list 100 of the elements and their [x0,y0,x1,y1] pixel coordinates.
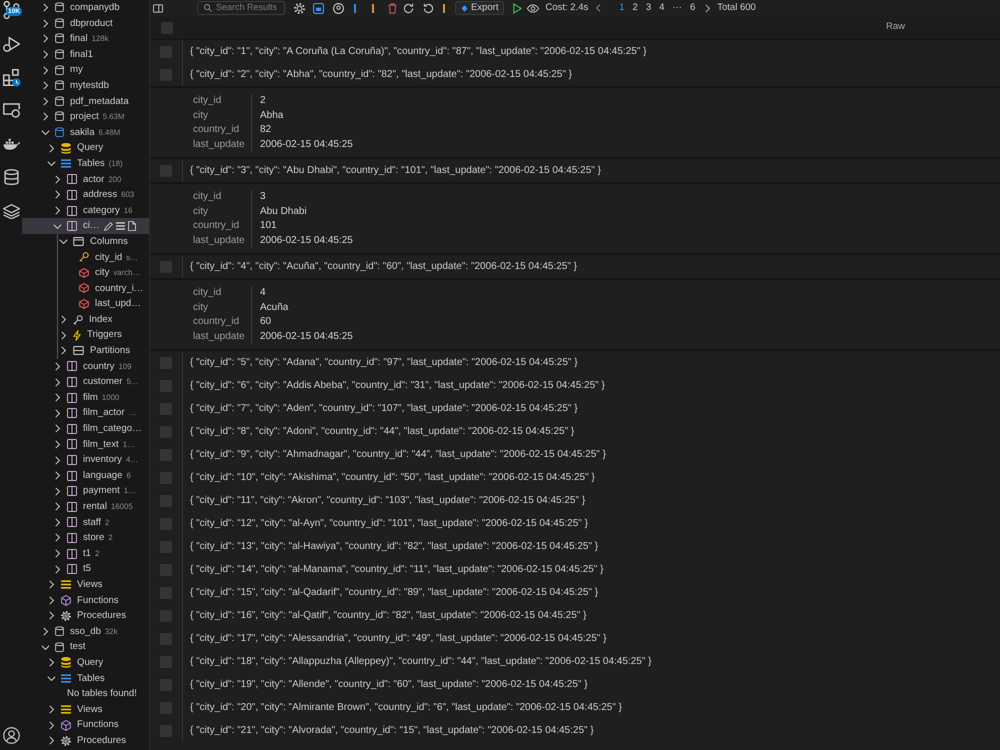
list-icon[interactable] [116,222,125,230]
run-debug-icon[interactable] [2,36,20,52]
chevron-right-icon[interactable] [705,4,710,12]
chevron-right-icon[interactable] [54,362,60,371]
chevron-right-icon[interactable] [48,611,54,620]
tree-item[interactable]: test [22,639,149,655]
chevron-right-icon[interactable] [60,330,66,340]
blocks-icon[interactable] [2,68,20,86]
chevron-right-icon[interactable] [54,518,60,527]
chevron-right-icon[interactable] [42,50,48,60]
tree-item[interactable]: country_i… [22,280,149,296]
chevron-right-icon[interactable] [54,533,60,542]
chevron-right-icon[interactable] [60,346,66,356]
account-icon[interactable] [2,727,20,744]
chevron-right-icon[interactable] [54,174,60,184]
chevron-right-icon[interactable] [54,393,60,402]
tree-item[interactable]: Partitions [22,343,149,359]
chevron-right-icon[interactable] [60,315,66,324]
chevron-right-icon[interactable] [54,440,60,449]
page-button[interactable]: 1 [615,1,629,15]
tree-item[interactable]: film_catego… [22,421,149,437]
chevron-right-icon[interactable] [54,378,60,387]
chevron-right-icon[interactable] [42,81,48,90]
tree-item[interactable]: Functions [22,592,149,608]
chevron-down-icon[interactable] [46,676,56,681]
chevron-right-icon[interactable] [48,720,54,730]
chevron-right-icon[interactable] [54,549,60,558]
refresh-icon[interactable] [403,2,414,14]
tree-item[interactable]: ci… [22,218,149,234]
pencil-icon[interactable] [104,222,113,231]
trash-icon[interactable] [388,2,397,14]
page-button[interactable]: 3 [642,1,656,15]
chevron-right-icon[interactable] [54,502,60,512]
tree-item[interactable]: Functions [22,717,149,733]
database-icon[interactable] [4,169,18,186]
chevron-down-icon[interactable] [40,644,50,650]
tree-item[interactable]: companydb [22,0,149,16]
eye-icon[interactable] [527,4,540,12]
chevron-right-icon[interactable] [48,144,54,153]
document-icon[interactable] [128,221,136,232]
chevron-right-icon[interactable] [42,18,48,28]
tree-item[interactable]: pdf_metadata [22,94,149,110]
chevron-right-icon[interactable] [54,424,60,434]
tree-item[interactable]: Query [22,140,149,156]
whale-icon[interactable] [2,138,20,150]
layers-icon[interactable] [2,204,20,218]
chevron-right-icon[interactable] [42,627,48,636]
chevron-right-icon[interactable] [42,66,48,75]
tree-item[interactable]: Index [22,312,149,328]
chevron-right-icon[interactable] [42,3,48,12]
tree-item[interactable]: Views [22,702,149,718]
tree-item[interactable]: mytestdb [22,78,149,94]
chevron-right-icon[interactable] [42,112,48,122]
tree-item[interactable]: Triggers [22,327,149,344]
chevron-right-icon[interactable] [48,658,54,668]
select-all-checkbox[interactable] [160,22,172,34]
chevron-left-icon[interactable] [596,4,602,12]
tree-item[interactable]: No tables found! [22,686,149,702]
page-button[interactable]: 6 [686,1,700,15]
square-icon[interactable] [313,2,324,14]
tree-item[interactable]: Columns [22,234,149,250]
chevron-right-icon[interactable] [54,486,60,496]
chevron-right-icon[interactable] [54,206,60,216]
tree-item[interactable]: Tables [22,670,149,686]
chevron-down-icon[interactable] [46,161,56,166]
panel-icon[interactable] [153,4,163,12]
chevron-right-icon[interactable] [48,596,54,605]
play-icon[interactable] [513,2,522,14]
chevron-right-icon[interactable] [48,736,54,746]
tree-item[interactable]: t5 [22,561,149,577]
tree-item[interactable]: Views [22,576,149,593]
tree-item[interactable]: dbproduct [22,16,149,32]
chevron-right-icon[interactable] [54,408,60,418]
chevron-right-icon[interactable] [42,34,48,44]
search-field[interactable]: Search Results [197,1,285,15]
page-button[interactable]: 4 [655,1,668,15]
chevron-right-icon[interactable] [48,580,54,590]
ring-icon[interactable] [333,2,344,14]
tree-item[interactable]: Procedures [22,608,149,624]
chevron-right-icon[interactable] [48,705,54,714]
gear-icon[interactable] [294,2,305,14]
chevron-right-icon[interactable] [54,471,60,480]
monitor-icon[interactable] [2,103,20,118]
chevron-right-icon[interactable] [54,456,60,465]
refresh-icon[interactable] [423,2,434,14]
chevron-down-icon[interactable] [52,224,62,229]
tree-item[interactable]: Procedures [22,732,149,748]
chevron-right-icon[interactable] [54,190,60,200]
chevron-right-icon[interactable] [54,564,60,574]
page-button[interactable]: 2 [628,1,642,15]
chevron-down-icon[interactable] [58,239,68,244]
chevron-down-icon[interactable] [40,130,50,136]
tree-item[interactable]: my [22,62,149,78]
tree-item[interactable]: final1 [22,46,149,62]
branch-icon[interactable] [2,1,20,19]
chevron-right-icon[interactable] [42,96,48,106]
page-button[interactable]: ··· [668,1,686,15]
export-button[interactable]: Export [455,1,504,15]
tree-item[interactable]: Query [22,654,149,671]
tree-item[interactable]: last_upd… [22,296,149,312]
